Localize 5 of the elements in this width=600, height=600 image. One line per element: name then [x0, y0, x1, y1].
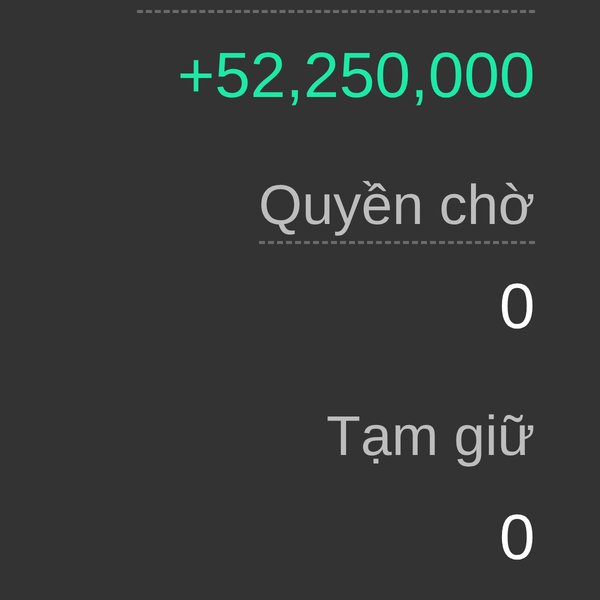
field-label: Tạm giữ — [326, 403, 535, 469]
field-label: Quyền chờ — [258, 172, 535, 238]
field-value: 0 — [499, 270, 535, 342]
field-value: +52,250,000 — [177, 39, 535, 111]
field-value: 0 — [499, 501, 535, 573]
